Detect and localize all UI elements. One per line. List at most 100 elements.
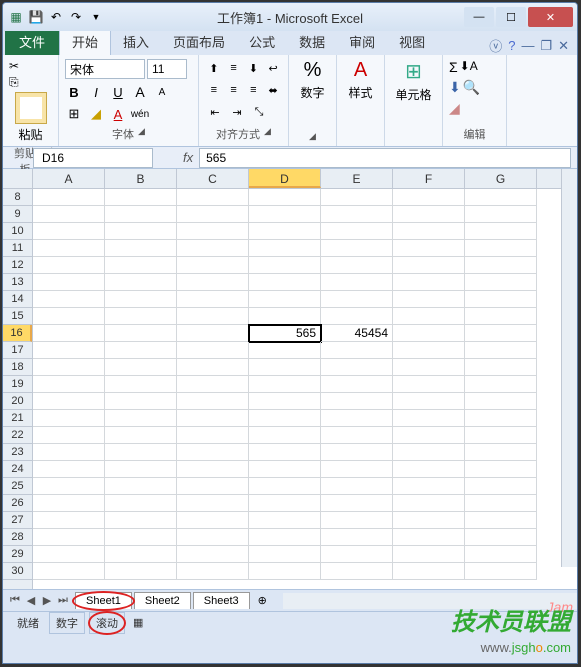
row-header-20[interactable]: 20 <box>3 393 32 410</box>
font-color-icon[interactable]: A <box>109 105 127 123</box>
cell-A8[interactable] <box>33 189 105 206</box>
cell-D12[interactable] <box>249 257 321 274</box>
row-header-21[interactable]: 21 <box>3 410 32 427</box>
cell-G26[interactable] <box>465 495 537 512</box>
column-header-C[interactable]: C <box>177 169 249 188</box>
name-box[interactable]: D16 <box>33 148 153 168</box>
tab-home[interactable]: 开始 <box>59 27 111 55</box>
sheet-tab-1[interactable]: Sheet1 <box>75 592 132 609</box>
tab-page-layout[interactable]: 页面布局 <box>161 28 237 55</box>
cell-A17[interactable] <box>33 342 105 359</box>
underline-button[interactable]: U <box>109 83 127 101</box>
cell-A13[interactable] <box>33 274 105 291</box>
cell-G22[interactable] <box>465 427 537 444</box>
italic-button[interactable]: I <box>87 83 105 101</box>
cell-B29[interactable] <box>105 546 177 563</box>
cell-B14[interactable] <box>105 291 177 308</box>
cell-A25[interactable] <box>33 478 105 495</box>
row-header-23[interactable]: 23 <box>3 444 32 461</box>
cell-D9[interactable] <box>249 206 321 223</box>
prev-sheet-icon[interactable]: ◀ <box>23 594 39 607</box>
paste-button[interactable]: 粘贴 <box>9 92 52 143</box>
cell-A29[interactable] <box>33 546 105 563</box>
cell-A23[interactable] <box>33 444 105 461</box>
cell-A20[interactable] <box>33 393 105 410</box>
cell-C15[interactable] <box>177 308 249 325</box>
cell-B18[interactable] <box>105 359 177 376</box>
cells-grid[interactable]: 56545454 <box>33 189 577 589</box>
increase-indent-icon[interactable]: ⇥ <box>227 103 247 121</box>
cut-icon[interactable]: ✂ <box>9 59 19 73</box>
font-size-input[interactable] <box>147 59 187 79</box>
row-header-12[interactable]: 12 <box>3 257 32 274</box>
align-top-icon[interactable]: ⬆ <box>205 59 223 77</box>
tab-data[interactable]: 数据 <box>287 28 337 55</box>
cell-F30[interactable] <box>393 563 465 580</box>
cell-G19[interactable] <box>465 376 537 393</box>
row-header-16[interactable]: 16 <box>3 325 32 342</box>
cell-B16[interactable] <box>105 325 177 342</box>
cell-F18[interactable] <box>393 359 465 376</box>
cell-G29[interactable] <box>465 546 537 563</box>
cell-D17[interactable] <box>249 342 321 359</box>
cell-D21[interactable] <box>249 410 321 427</box>
cell-C16[interactable] <box>177 325 249 342</box>
cell-G27[interactable] <box>465 512 537 529</box>
cell-A16[interactable] <box>33 325 105 342</box>
cell-G9[interactable] <box>465 206 537 223</box>
close-button[interactable]: ✕ <box>528 7 573 27</box>
align-center-icon[interactable]: ≡ <box>225 81 243 99</box>
cell-A19[interactable] <box>33 376 105 393</box>
row-header-9[interactable]: 9 <box>3 206 32 223</box>
cell-F24[interactable] <box>393 461 465 478</box>
cell-D22[interactable] <box>249 427 321 444</box>
cell-F19[interactable] <box>393 376 465 393</box>
cell-C9[interactable] <box>177 206 249 223</box>
cell-G17[interactable] <box>465 342 537 359</box>
cell-B22[interactable] <box>105 427 177 444</box>
row-header-28[interactable]: 28 <box>3 529 32 546</box>
row-header-8[interactable]: 8 <box>3 189 32 206</box>
row-header-26[interactable]: 26 <box>3 495 32 512</box>
row-header-17[interactable]: 17 <box>3 342 32 359</box>
column-header-A[interactable]: A <box>33 169 105 188</box>
cell-G18[interactable] <box>465 359 537 376</box>
cell-E24[interactable] <box>321 461 393 478</box>
cell-A15[interactable] <box>33 308 105 325</box>
cell-F15[interactable] <box>393 308 465 325</box>
cell-G23[interactable] <box>465 444 537 461</box>
cell-B28[interactable] <box>105 529 177 546</box>
cell-E18[interactable] <box>321 359 393 376</box>
cell-B30[interactable] <box>105 563 177 580</box>
save-icon[interactable]: 💾 <box>27 8 45 26</box>
row-header-14[interactable]: 14 <box>3 291 32 308</box>
cell-E23[interactable] <box>321 444 393 461</box>
cell-B11[interactable] <box>105 240 177 257</box>
last-sheet-icon[interactable]: ⏭ <box>55 594 71 607</box>
cell-E11[interactable] <box>321 240 393 257</box>
cell-E16[interactable]: 45454 <box>321 325 393 342</box>
cell-G25[interactable] <box>465 478 537 495</box>
cell-F8[interactable] <box>393 189 465 206</box>
next-sheet-icon[interactable]: ▶ <box>39 594 55 607</box>
cell-C23[interactable] <box>177 444 249 461</box>
cell-D18[interactable] <box>249 359 321 376</box>
cell-F11[interactable] <box>393 240 465 257</box>
cell-A11[interactable] <box>33 240 105 257</box>
cell-E28[interactable] <box>321 529 393 546</box>
cell-B24[interactable] <box>105 461 177 478</box>
maximize-button[interactable]: ☐ <box>496 7 526 27</box>
cell-F28[interactable] <box>393 529 465 546</box>
grow-font-icon[interactable]: A <box>131 83 149 101</box>
cell-D29[interactable] <box>249 546 321 563</box>
cell-D24[interactable] <box>249 461 321 478</box>
qat-dropdown-icon[interactable]: ▼ <box>87 8 105 26</box>
fill-icon[interactable]: ⬇ <box>449 79 461 96</box>
cell-C18[interactable] <box>177 359 249 376</box>
cell-B12[interactable] <box>105 257 177 274</box>
cell-A22[interactable] <box>33 427 105 444</box>
cell-D13[interactable] <box>249 274 321 291</box>
cell-B26[interactable] <box>105 495 177 512</box>
cell-E30[interactable] <box>321 563 393 580</box>
cells-icon[interactable]: ⊞ <box>405 59 422 84</box>
